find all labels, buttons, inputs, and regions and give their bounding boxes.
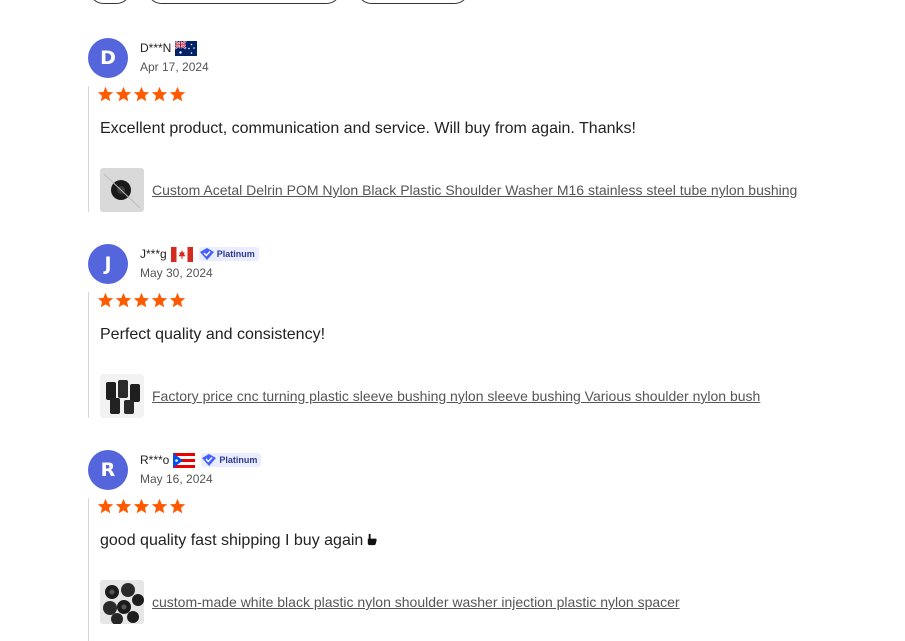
review-comment: Perfect quality and consistency! (100, 326, 326, 343)
puerto-rico-flag-icon (173, 452, 196, 468)
reviewer-row: R***o Platinum (140, 452, 262, 468)
canada-flag-icon (170, 246, 193, 262)
review-body: Excellent product, communication and ser… (88, 86, 869, 212)
product-thumbnail[interactable] (100, 580, 144, 624)
reviewer-name: D***N (140, 41, 172, 55)
product-link[interactable]: Factory price cnc turning plastic sleeve… (152, 388, 760, 404)
review-body: good quality fast shipping I buy again c… (88, 498, 869, 641)
star-icon (151, 86, 168, 102)
badge-label: Platinum (219, 455, 258, 465)
star-icon (169, 292, 186, 308)
platinum-badge: Platinum (198, 247, 259, 261)
star-icon (115, 86, 132, 102)
star-icon (97, 86, 114, 102)
review-date: Apr 17, 2024 (140, 60, 209, 74)
review-comment: Excellent product, communication and ser… (100, 120, 636, 137)
review-date: May 16, 2024 (140, 472, 213, 486)
avatar: D (88, 38, 128, 78)
reviewer-name: R***o (140, 453, 170, 467)
platinum-badge: Platinum (201, 453, 262, 467)
avatar: R (88, 450, 128, 490)
review-body: Perfect quality and consistency! Factory… (88, 292, 869, 418)
thumbs-up-icon (368, 533, 377, 546)
product-thumbnail[interactable] (100, 168, 144, 212)
verified-check-icon (199, 248, 214, 260)
filter-pill[interactable] (146, 0, 342, 4)
star-icon (169, 498, 186, 514)
star-icon (97, 498, 114, 514)
star-icon (133, 292, 150, 308)
verified-check-icon (202, 454, 217, 466)
reviewer-name: J***g (140, 247, 167, 261)
star-rating (97, 292, 186, 309)
star-icon (133, 86, 150, 102)
avatar: J (88, 244, 128, 284)
star-icon (115, 292, 132, 308)
product-link[interactable]: custom-made white black plastic nylon sh… (152, 594, 680, 610)
star-icon (151, 498, 168, 514)
reviewer-row: J***g Platinum (140, 246, 259, 262)
reviewer-row: D***N (140, 40, 198, 56)
badge-label: Platinum (216, 249, 255, 259)
star-icon (115, 498, 132, 514)
star-rating (97, 86, 186, 103)
star-icon (151, 292, 168, 308)
review-comment-text: good quality fast shipping I buy again (100, 532, 364, 549)
review-date: May 30, 2024 (140, 266, 213, 280)
filter-pill[interactable] (356, 0, 470, 4)
product-thumbnail[interactable] (100, 374, 144, 418)
australia-flag-icon (175, 40, 198, 56)
review-comment: good quality fast shipping I buy again (100, 532, 378, 550)
star-rating (97, 498, 186, 515)
star-icon (169, 86, 186, 102)
filter-pill[interactable] (88, 0, 132, 4)
product-link[interactable]: Custom Acetal Delrin POM Nylon Black Pla… (152, 182, 797, 198)
star-icon (97, 292, 114, 308)
star-icon (133, 498, 150, 514)
